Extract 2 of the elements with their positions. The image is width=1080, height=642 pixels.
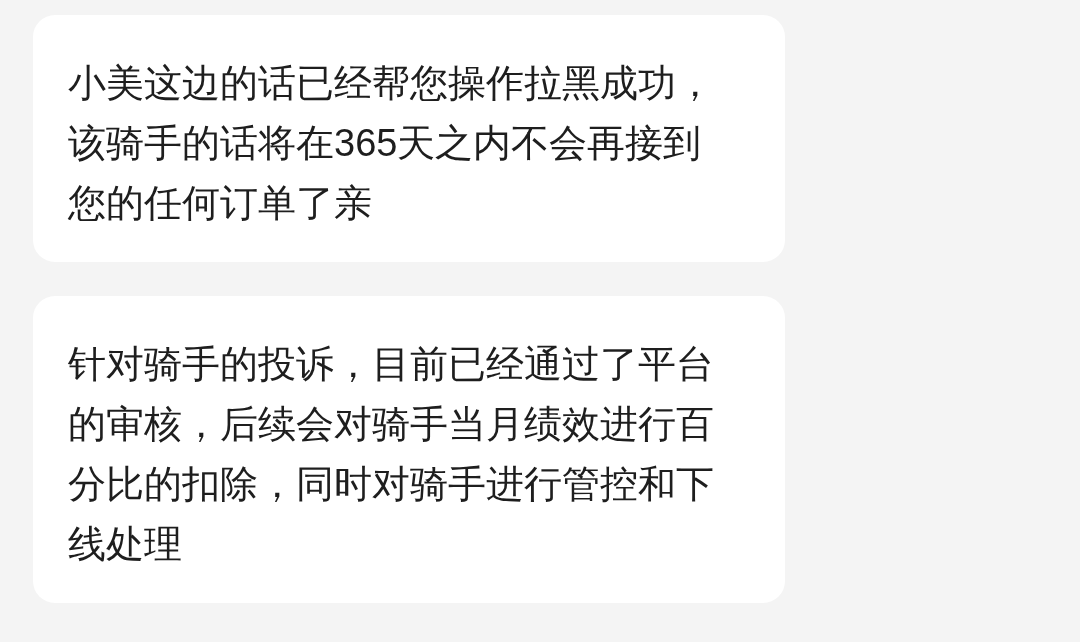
message-text: 针对骑手的投诉，目前已经通过了平台的审核，后续会对骑手当月绩效进行百分比的扣除，同时对骑手进行管控和下线处理 (68, 342, 715, 567)
message-text: 小美这边的话已经帮您操作拉黑成功，该骑手的话将在365天之内不会再接到您的任何订单了亲 (68, 61, 715, 226)
